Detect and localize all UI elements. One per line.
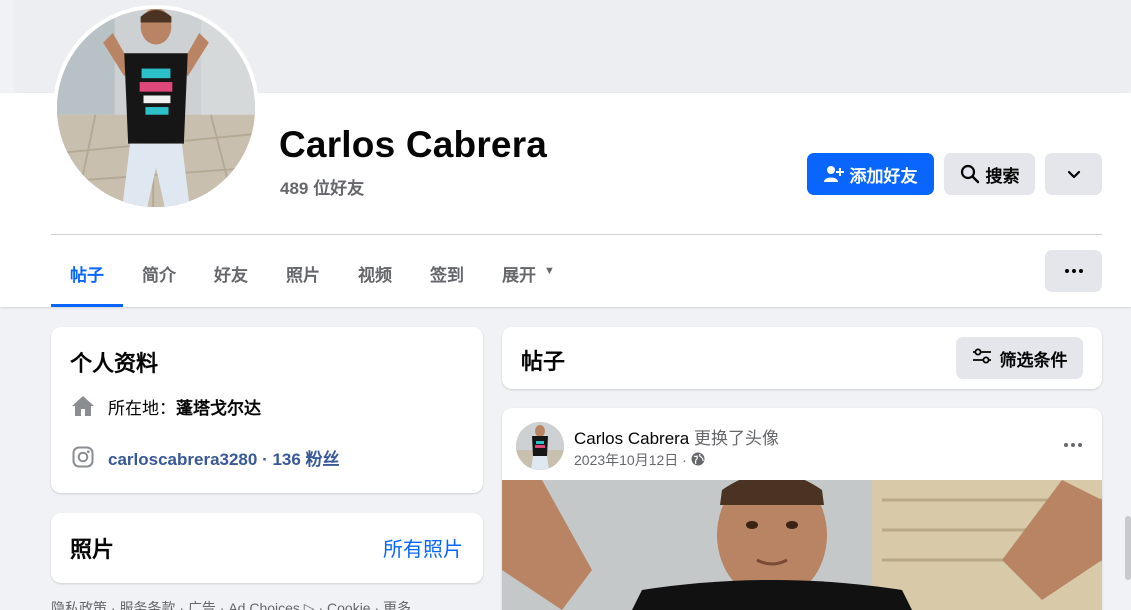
header-divider	[51, 234, 1102, 235]
more-options-button[interactable]	[1045, 250, 1102, 292]
scrollbar-thumb[interactable]	[1125, 516, 1131, 580]
tab-about[interactable]: 简介	[123, 250, 195, 307]
profile-tabs: 帖子 简介 好友 照片 视频 签到 展开 ▼	[51, 250, 574, 307]
profile-dropdown-button[interactable]	[1045, 153, 1102, 195]
caret-down-icon: ▼	[544, 265, 555, 277]
post-photo[interactable]	[502, 480, 1102, 610]
profile-avatar[interactable]	[53, 5, 259, 211]
post-author-avatar[interactable]	[516, 422, 564, 470]
location-value[interactable]: 蓬塔戈尔达	[176, 399, 261, 418]
tab-more[interactable]: 展开 ▼	[483, 250, 574, 307]
tab-label: 好友	[214, 266, 248, 285]
tab-label: 展开	[502, 266, 536, 285]
add-friend-icon	[823, 165, 844, 183]
filter-button[interactable]: 筛选条件	[956, 337, 1083, 379]
instagram-row: carloscabrera3280 · 136 粉丝	[70, 444, 340, 470]
add-friend-label: 添加好友	[849, 166, 918, 186]
tab-label: 签到	[430, 266, 464, 285]
friend-count[interactable]: 489 位好友	[280, 174, 364, 199]
tab-label: 照片	[286, 266, 320, 285]
location-label: 所在地：	[108, 398, 176, 418]
search-label: 搜索	[985, 166, 1020, 186]
tab-label: 帖子	[70, 266, 104, 285]
home-icon	[70, 393, 96, 419]
tab-friends[interactable]: 好友	[195, 250, 267, 307]
photos-title: 照片	[70, 537, 115, 562]
posts-title: 帖子	[521, 349, 566, 374]
intro-title: 个人资料	[70, 351, 159, 376]
profile-name: Carlos Cabrera	[279, 124, 548, 165]
tab-photos[interactable]: 照片	[267, 250, 339, 307]
chevron-down-icon	[1067, 170, 1081, 179]
location-row: 所在地：蓬塔戈尔达	[70, 393, 261, 419]
tab-label: 视频	[358, 266, 392, 285]
all-photos-link[interactable]: 所有照片	[383, 533, 463, 562]
post-author-name[interactable]: Carlos Cabrera	[574, 429, 689, 448]
add-friend-button[interactable]: 添加好友	[807, 153, 934, 195]
tab-checkins[interactable]: 签到	[411, 250, 483, 307]
globe-icon	[691, 452, 705, 469]
post-meta: 2023年10月12日 ·	[574, 450, 705, 470]
search-button[interactable]: 搜索	[944, 153, 1035, 195]
instagram-link[interactable]: carloscabrera3280 · 136 粉丝	[108, 445, 340, 470]
tab-videos[interactable]: 视频	[339, 250, 411, 307]
filter-label: 筛选条件	[999, 350, 1068, 370]
tab-posts[interactable]: 帖子	[51, 250, 123, 307]
post-date[interactable]: 2023年10月12日 ·	[574, 450, 687, 470]
filter-sliders-icon	[972, 348, 992, 369]
tab-label: 简介	[142, 266, 176, 285]
intro-card: 个人资料 所在地：蓬塔戈尔达 carloscabrera3280 · 136 粉…	[51, 327, 483, 493]
post-options-button[interactable]	[1064, 430, 1082, 453]
instagram-icon	[70, 444, 96, 470]
profile-photo-image	[57, 9, 255, 207]
search-icon	[960, 164, 980, 184]
post-action-text: 更换了头像	[694, 429, 779, 448]
post-card: Carlos Cabrera 更换了头像 2023年10月12日 ·	[502, 408, 1102, 610]
photos-card: 照片 所有照片	[51, 513, 483, 583]
footer-links[interactable]: 隐私政策 · 服务条款 · 广告 · Ad Choices ▷ · Cookie…	[51, 598, 411, 610]
more-dots-icon	[1064, 269, 1083, 273]
more-dots-icon	[1064, 443, 1082, 447]
posts-header-card: 帖子 筛选条件	[502, 327, 1102, 389]
post-header-line: Carlos Cabrera 更换了头像	[574, 424, 779, 449]
post-photo-image	[502, 480, 1102, 610]
